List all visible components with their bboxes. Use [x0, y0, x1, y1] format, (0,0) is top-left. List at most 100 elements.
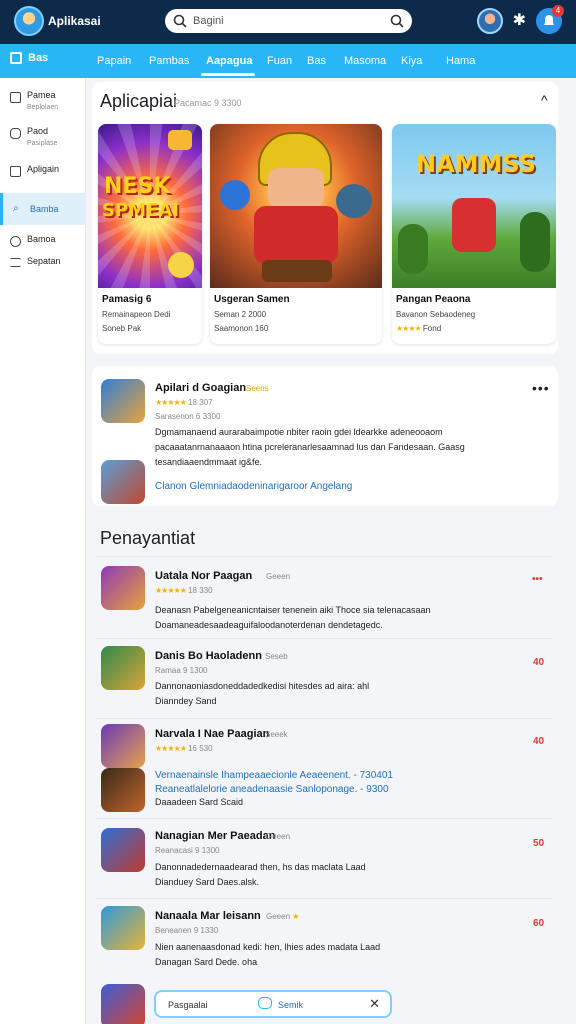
sidebar-item-label: Paod: [27, 126, 49, 136]
featured-art-3: NAMMSS: [392, 124, 556, 288]
notifications-button[interactable]: 4: [536, 5, 564, 34]
list-item-icon[interactable]: [101, 646, 145, 690]
sidebar-item-sub: Pasiplase: [27, 140, 58, 147]
list-item-desc-2: Dianduey Sard Daes.alsk.: [155, 877, 260, 887]
enemy-icon: [336, 184, 372, 218]
list-item-icon[interactable]: [101, 906, 145, 950]
list-item-desc: Danonnadedernaadearad then, hs das macla…: [155, 862, 366, 872]
nav-tab-5[interactable]: Bas: [307, 55, 326, 67]
list-item-action[interactable]: 40: [533, 736, 544, 747]
highlight-rating: ★★★★★ 18 307: [155, 398, 213, 407]
list-item-desc: Dannonaoniasdoneddadedkedisi hitesdes ad…: [155, 681, 370, 691]
sidebar-item-1[interactable]: Pamea Beplolaen: [0, 90, 86, 111]
close-icon[interactable]: ✕: [369, 996, 380, 1012]
list-item-rating: ★★★★★ 18 330: [155, 586, 213, 595]
list-item-title[interactable]: Danis Bo Haoladenn: [155, 650, 262, 662]
sidebar-item-5[interactable]: Bamoa: [0, 234, 86, 247]
search-input[interactable]: Bagini: [193, 15, 390, 27]
search-icon: [173, 14, 187, 28]
featured-card-title: Usgeran Samen: [214, 294, 290, 305]
list-item-action[interactable]: 50: [533, 838, 544, 849]
joystick-icon: [10, 92, 21, 103]
list-divider: [96, 556, 552, 557]
list-item-desc-2: Doamaneadesaadeaguifaloodanoterdenan den…: [155, 620, 383, 630]
art-title-line-1: NAMMSS: [416, 150, 536, 178]
list-item-badge: Seseb: [265, 652, 288, 661]
nav-home-label: Bas: [28, 52, 49, 64]
list-item-rating: ★★★★★ 16 530: [155, 744, 213, 753]
nav-tab-1[interactable]: Papain: [97, 55, 131, 67]
sidebar-item-3[interactable]: Apligain: [0, 164, 86, 177]
list-item-secondary-icon[interactable]: [101, 768, 145, 812]
highlight-link[interactable]: Clanon Glemniadaodeninarigaroor Angelang: [155, 479, 352, 494]
list-item-icon[interactable]: [101, 566, 145, 610]
list-item-title[interactable]: Nanagian Mer Paeadan: [155, 830, 275, 842]
highlight-meta: Sarasenon 6 3300: [155, 412, 221, 421]
featured-card-2[interactable]: Usgeran Samen Seman 2 2000 Saamonon 160: [210, 124, 382, 344]
list-item-title[interactable]: Uatala Nor Paagan: [155, 570, 252, 582]
more-options-icon[interactable]: •••: [532, 380, 550, 396]
logo-avatar-icon: [14, 6, 44, 36]
app-name: Aplikasai: [48, 14, 101, 28]
art-title-line-2: SPMEAI: [102, 200, 179, 221]
list-divider: [96, 898, 552, 899]
app-logo[interactable]: Aplikasai: [14, 6, 101, 36]
palm-tree-icon: [520, 212, 550, 272]
list-item-icon[interactable]: [101, 984, 145, 1024]
sidebar-item-label: Apligain: [27, 164, 60, 174]
sidebar: Pamea Beplolaen Paod Pasiplase Apligain …: [0, 78, 86, 1024]
list-title: Penayantiat: [100, 528, 196, 548]
search-bar[interactable]: Bagini: [165, 9, 412, 33]
list-item-action[interactable]: 40: [533, 657, 544, 668]
list-icon: [10, 166, 21, 177]
highlight-app-icon[interactable]: [101, 379, 145, 423]
nav-tab-8[interactable]: Hama: [446, 55, 475, 67]
list-item-badge: Geeen ★: [266, 912, 299, 921]
sidebar-item-2[interactable]: Paod Pasiplase: [0, 126, 86, 147]
nav-tab-7[interactable]: Kiya: [401, 55, 422, 67]
list-item-title[interactable]: Narvala I Nae Paagian: [155, 728, 269, 740]
featured-card-developer: Remainapeon Dedi: [102, 310, 171, 319]
nav-tab-6[interactable]: Masoma: [344, 55, 386, 67]
nav-tab-2[interactable]: Pambas: [149, 55, 189, 67]
tag-icon: ⌕: [13, 202, 19, 214]
category-nav: Bas Papain Pambas Aapagua Fuan Bas Masom…: [0, 44, 576, 78]
nav-home[interactable]: Bas: [10, 52, 48, 64]
hero-icon: [452, 198, 496, 252]
list-item-rating: Beneanen 9 1330: [155, 926, 219, 935]
chat-icon: [258, 997, 272, 1009]
list-item-link[interactable]: Vernaenainsle Ihampeaaecionle Aeaeenent.…: [155, 768, 393, 783]
search-submit-icon[interactable]: [390, 14, 404, 28]
lock-icon: [10, 128, 21, 139]
list-divider: [96, 818, 552, 819]
hero-face-icon: [268, 168, 324, 208]
hero-body-icon: [254, 206, 338, 264]
sidebar-item-6[interactable]: Sepatan: [0, 256, 86, 267]
featured-meta: Pacamac 9 3300: [174, 98, 242, 108]
nav-tab-4[interactable]: Fuan: [267, 55, 292, 67]
bottom-search-label[interactable]: Semik: [278, 1000, 303, 1010]
highlight-title[interactable]: Apilari d Goagian: [155, 382, 246, 394]
bottom-search-bar[interactable]: Pasgaalai Semik ✕: [154, 990, 392, 1018]
sidebar-item-sub: Beplolaen: [27, 104, 59, 111]
sidebar-item-4[interactable]: ⌕ Bamba: [0, 193, 86, 225]
list-item-badge: Geeen: [266, 832, 291, 841]
list-item-icon[interactable]: [101, 724, 145, 768]
list-item-icon[interactable]: [101, 828, 145, 872]
list-item-action[interactable]: 60: [533, 918, 544, 929]
list-item-desc: Nien aanenaasdonad kedi: hen, lhies ades…: [155, 942, 381, 952]
nav-tab-3[interactable]: Aapagua: [206, 55, 252, 67]
highlight-secondary-icon[interactable]: [101, 460, 145, 504]
list-item-title[interactable]: Nanaala Mar leisann: [155, 910, 261, 922]
collapse-icon[interactable]: ^: [541, 92, 548, 108]
list-item-action[interactable]: •••: [532, 574, 543, 585]
featured-card-3[interactable]: NAMMSS Pangan Peaona Bavanon Sebaodeneg …: [392, 124, 556, 344]
user-avatar[interactable]: [476, 8, 503, 34]
settings-star-icon[interactable]: ✱: [513, 13, 526, 29]
search-icon: [10, 236, 21, 247]
list-item-desc: Daaadeen Sard Scaid: [155, 797, 244, 807]
featured-card-1[interactable]: NESK SPMEAI Pamasig 6 Remainapeon Dedi S…: [98, 124, 202, 344]
featured-card-rating: Saamonon 160: [214, 324, 269, 333]
bottom-search-input[interactable]: Pasgaalai: [168, 1000, 208, 1010]
highlight-badge: Seens: [246, 384, 269, 393]
